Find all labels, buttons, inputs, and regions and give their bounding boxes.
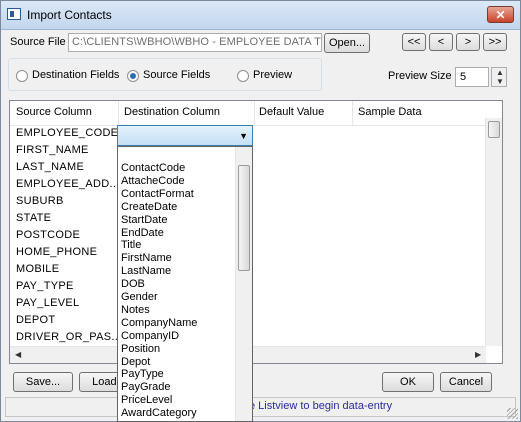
dropdown-option[interactable]: DOB	[121, 278, 145, 291]
listview-vertical-scrollbar[interactable]	[485, 118, 502, 346]
dropdown-option[interactable]: AttacheCode	[121, 175, 185, 188]
window-title: Import Contacts	[27, 8, 112, 22]
dropdown-option[interactable]: Position	[121, 343, 160, 356]
dropdown-option[interactable]: LastName	[121, 265, 171, 278]
preview-size-value: 5	[460, 71, 467, 83]
table-row[interactable]: DRIVER_OR_PAS...	[16, 331, 121, 343]
dropdown-option[interactable]: Gender	[121, 291, 158, 304]
table-row[interactable]: POSTCODE	[16, 229, 80, 241]
next-record-button[interactable]: >	[456, 33, 480, 51]
preview-size-input[interactable]: 5	[455, 67, 489, 87]
scroll-left-icon[interactable]: ◀	[15, 350, 21, 359]
vertical-scroll-thumb[interactable]	[488, 121, 500, 138]
source-fields-radio[interactable]	[127, 70, 139, 82]
column-source[interactable]: Source Column	[16, 106, 92, 118]
dropdown-option[interactable]: StartDate	[121, 214, 167, 227]
table-row[interactable]: PAY_LEVEL	[16, 297, 79, 309]
dropdown-option[interactable]: PriceLevel	[121, 394, 172, 407]
dropdown-option[interactable]: PayGrade	[121, 381, 171, 394]
first-record-button[interactable]: <<	[402, 33, 426, 51]
table-row[interactable]: LAST_NAME	[16, 161, 84, 173]
dropdown-arrow-icon[interactable]: ▼	[239, 131, 248, 141]
dropdown-option[interactable]: EndDate	[121, 227, 164, 240]
open-button[interactable]: Open...	[324, 33, 370, 53]
preview-radio[interactable]	[237, 70, 249, 82]
preview-size-spinner[interactable]: ▲ ▼	[491, 67, 507, 87]
table-row[interactable]: MOBILE	[16, 263, 59, 275]
save-button[interactable]: Save...	[13, 372, 73, 392]
ok-button[interactable]: OK	[382, 372, 434, 392]
table-row[interactable]: EMPLOYEE_ADD...	[16, 178, 120, 190]
preview-label[interactable]: Preview	[253, 69, 292, 81]
source-fields-label[interactable]: Source Fields	[143, 69, 210, 81]
column-sample-data[interactable]: Sample Data	[358, 106, 422, 118]
source-file-label: Source File	[10, 36, 66, 48]
table-row[interactable]: STATE	[16, 212, 51, 224]
column-destination[interactable]: Destination Column	[124, 106, 220, 118]
table-row[interactable]: DEPOT	[16, 314, 55, 326]
dropdown-option[interactable]: PayType	[121, 368, 164, 381]
status-text: e Listview to begin data-entry	[249, 400, 393, 412]
preview-size-label: Preview Size	[388, 70, 452, 82]
spin-up-icon[interactable]: ▲	[496, 68, 504, 77]
spin-down-icon[interactable]: ▼	[496, 77, 504, 86]
close-button[interactable]: ✕	[487, 6, 514, 23]
listview-header: Source Column Destination Column Default…	[10, 101, 490, 126]
column-divider[interactable]	[352, 101, 353, 125]
table-row[interactable]: FIRST_NAME	[16, 144, 89, 156]
dropdown-option[interactable]: Notes	[121, 304, 150, 317]
prev-record-button[interactable]: <	[429, 33, 453, 51]
column-divider[interactable]	[118, 101, 119, 125]
mapping-listview[interactable]: Source Column Destination Column Default…	[9, 100, 503, 364]
dropdown-option[interactable]: Title	[121, 239, 141, 252]
table-row[interactable]: EMPLOYEE_CODE	[16, 127, 118, 139]
dropdown-option[interactable]: FirstName	[121, 252, 172, 265]
destination-fields-radio[interactable]	[16, 70, 28, 82]
destination-column-combo[interactable]: ▼	[117, 125, 253, 146]
destination-dropdown-list[interactable]: ContactCode AttacheCode ContactFormat Creat…	[117, 146, 253, 422]
table-row[interactable]: HOME_PHONE	[16, 246, 97, 258]
column-default-value[interactable]: Default Value	[259, 106, 324, 118]
dropdown-option[interactable]: CreateDate	[121, 201, 177, 214]
dropdown-option[interactable]: CompanyID	[121, 330, 179, 343]
app-icon	[7, 8, 21, 20]
resize-grip-icon[interactable]	[507, 408, 518, 419]
dropdown-option[interactable]: CompanyName	[121, 317, 197, 330]
dropdown-option[interactable]: AwardCategory	[121, 407, 197, 420]
dropdown-scrollbar[interactable]	[235, 147, 252, 421]
source-file-field[interactable]: C:\CLIENTS\WBHO\WBHO - EMPLOYEE DATA T	[68, 33, 322, 52]
cancel-button[interactable]: Cancel	[440, 372, 492, 392]
dropdown-option[interactable]: ContactFormat	[121, 188, 194, 201]
table-row[interactable]: PAY_TYPE	[16, 280, 74, 292]
destination-fields-label[interactable]: Destination Fields	[32, 69, 119, 81]
dropdown-scroll-thumb[interactable]	[238, 165, 250, 271]
last-record-button[interactable]: >>	[483, 33, 507, 51]
scroll-right-icon[interactable]: ▶	[475, 350, 481, 359]
table-row[interactable]: SUBURB	[16, 195, 64, 207]
dropdown-option[interactable]: ContactCode	[121, 162, 185, 175]
column-divider[interactable]	[254, 101, 255, 125]
title-bar[interactable]: Import Contacts ✕	[1, 1, 520, 30]
dropdown-option[interactable]: Depot	[121, 356, 150, 369]
